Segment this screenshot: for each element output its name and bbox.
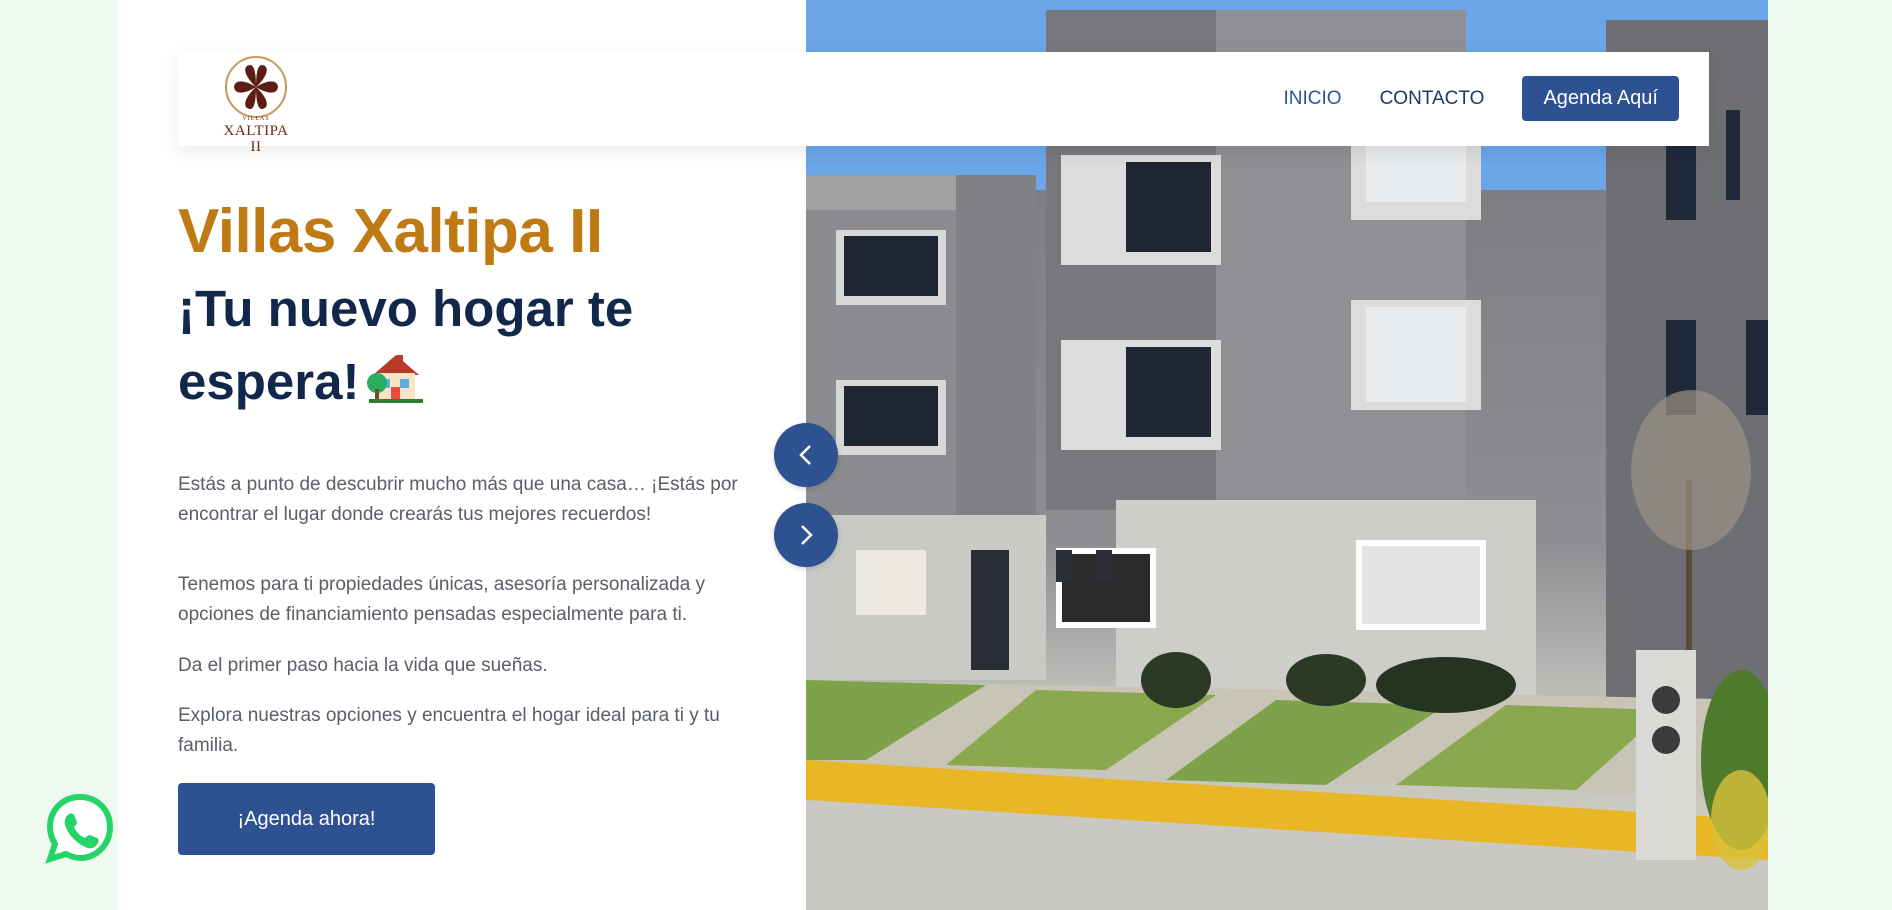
intro-paragraph: Estás a punto de descubrir mucho más que… <box>178 474 738 525</box>
brand-title: Villas Xaltipa II <box>178 197 603 266</box>
logo-small-text: VILLAS <box>242 116 270 122</box>
logo-big-text: XALTIPA II <box>223 123 289 155</box>
first-step-paragraph: Da el primer paso hacia la vida que sueñ… <box>178 655 548 676</box>
carousel-next-button[interactable] <box>774 503 838 567</box>
agenda-aqui-button[interactable]: Agenda Aquí <box>1522 76 1679 121</box>
main-nav: INICIO CONTACTO Agenda Aquí <box>1284 76 1679 121</box>
whatsapp-button[interactable] <box>44 792 116 864</box>
site-header: VILLAS XALTIPA II INICIO CONTACTO Agenda… <box>178 52 1709 155</box>
whatsapp-icon <box>45 793 114 864</box>
agenda-ahora-button[interactable]: ¡Agenda ahora! <box>178 783 435 855</box>
chevron-right-icon <box>801 525 813 545</box>
hero-headline: ¡Tu nuevo hogar te espera! <box>178 272 698 418</box>
explore-paragraph: Explora nuestras opciones y encuentra el… <box>178 705 720 756</box>
nav-link-contacto[interactable]: CONTACTO <box>1380 88 1485 110</box>
house-with-garden-icon <box>367 349 425 405</box>
logo-emblem <box>225 56 287 118</box>
carousel-prev-button[interactable] <box>774 423 838 487</box>
nav-link-inicio[interactable]: INICIO <box>1284 88 1342 110</box>
offer-paragraph: Tenemos para ti propiedades únicas, ases… <box>178 574 706 625</box>
logo-wordmark: VILLAS XALTIPA II <box>220 116 292 155</box>
chevron-left-icon <box>799 445 811 465</box>
site-logo[interactable]: VILLAS XALTIPA II <box>220 56 292 155</box>
